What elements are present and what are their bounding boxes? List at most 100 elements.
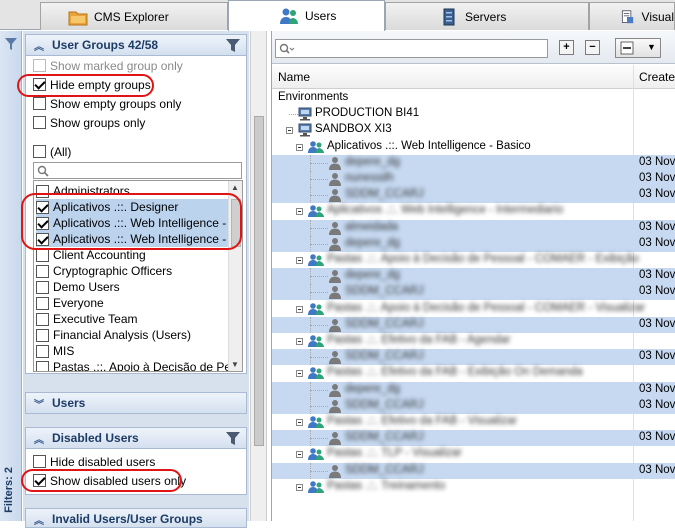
view-options-dropdown[interactable]: ▼	[615, 38, 661, 58]
disabled-users-section-header[interactable]: ︽ Disabled Users	[25, 427, 247, 449]
column-name[interactable]: Name	[278, 70, 310, 84]
collapse-chevron-icon[interactable]: ︽	[26, 431, 52, 446]
filter-panel-scrollbar[interactable]	[250, 31, 267, 521]
tree-row-user[interactable]: depere_dg 03 Nov	[272, 154, 675, 171]
tree-row-group[interactable]: Pastas .::. TLP - Visualizar	[272, 446, 675, 462]
checkbox[interactable]	[36, 216, 49, 230]
tree-row-user[interactable]: SDDM_CCARJ 03 Nov	[272, 187, 675, 204]
filters-strip[interactable]: Filters: 2	[0, 31, 22, 521]
list-item[interactable]: Aplicativos .::. Web Intelligence - B...	[36, 215, 228, 231]
option-show-empty-groups-only[interactable]: Show empty groups only	[33, 95, 181, 112]
option-hide-empty-groups[interactable]: Hide empty groups	[33, 76, 151, 93]
option-show-marked-group-only[interactable]: Show marked group only	[33, 57, 183, 74]
tree-row-group[interactable]: Aplicativos .::. Web Intelligence - Inte…	[272, 203, 675, 219]
invalid-users-section-header[interactable]: ︽ Invalid Users/User Groups	[25, 508, 247, 528]
pin-filter-icon[interactable]	[3, 36, 19, 52]
group-list-scrollbar[interactable]: ▲ ▼	[228, 181, 242, 371]
group-search-input[interactable]	[33, 162, 242, 179]
checkbox[interactable]	[33, 97, 46, 110]
collapse-node-icon[interactable]	[286, 127, 293, 135]
tab-users[interactable]: Users	[228, 0, 385, 31]
tree-row-user[interactable]: almeidada 03 Nov	[272, 219, 675, 236]
checkbox[interactable]	[33, 145, 46, 158]
expand-all-button[interactable]: +	[559, 40, 574, 55]
tree-row-group[interactable]: Pastas .::. Treinamento	[272, 479, 675, 495]
column-created[interactable]: Created	[639, 70, 675, 84]
checkbox[interactable]	[36, 360, 49, 371]
funnel-icon[interactable]	[226, 432, 240, 445]
option-all[interactable]: (All)	[33, 143, 71, 160]
tree-row-user[interactable]: depere_dg 03 Nov	[272, 268, 675, 285]
funnel-icon[interactable]	[226, 39, 240, 52]
list-item[interactable]: Administrators	[36, 183, 228, 199]
collapse-all-button[interactable]: −	[585, 40, 600, 55]
list-item[interactable]: Everyone	[36, 295, 228, 311]
tree-row-user[interactable]: SDDM_CCARJ 03 Nov	[272, 430, 675, 447]
user-groups-section-header[interactable]: ︽ User Groups 42/58	[25, 34, 247, 56]
checkbox[interactable]	[33, 455, 46, 468]
tree-row-user[interactable]: nunessilh 03 Nov	[272, 171, 675, 187]
tab-visual[interactable]: Visual	[589, 2, 675, 30]
list-item[interactable]: Aplicativos .::. Web Intelligence - I...	[36, 231, 228, 247]
checkbox[interactable]	[36, 200, 49, 214]
tree-row-user[interactable]: SDDM_CCARJ 03 Nov	[272, 349, 675, 366]
collapse-chevron-icon[interactable]: ︽	[26, 512, 52, 527]
tree-row-user[interactable]: SDDM_CCARJ 03 Nov	[272, 284, 675, 301]
list-item[interactable]: Client Accounting	[36, 247, 228, 263]
checkbox[interactable]	[33, 59, 46, 72]
list-item[interactable]: Cryptographic Officers	[36, 263, 228, 279]
collapse-node-icon[interactable]	[296, 305, 303, 313]
checkbox[interactable]	[36, 248, 49, 262]
scrollbar-thumb[interactable]	[231, 199, 241, 247]
checkbox[interactable]	[36, 280, 49, 294]
tree-row-user[interactable]: SDDM_CCARJ 03 Nov	[272, 397, 675, 414]
tree-row-group[interactable]: Pastas .::. Efetivo da FAB - Exibição On…	[272, 365, 675, 381]
checkbox[interactable]	[36, 184, 49, 198]
tree-row-group[interactable]: Pastas .::. Efetivo da FAB - Visualizar	[272, 414, 675, 430]
checkbox[interactable]	[33, 474, 46, 487]
collapse-node-icon[interactable]	[296, 143, 303, 151]
collapse-node-icon[interactable]	[296, 370, 303, 378]
tree-search-input[interactable]	[275, 39, 548, 58]
checkbox[interactable]	[36, 328, 49, 342]
checkbox[interactable]	[36, 296, 49, 310]
list-item[interactable]: Financial Analysis (Users)	[36, 327, 228, 343]
tree-row-user[interactable]: depere_dg 03 Nov	[272, 381, 675, 398]
tree-row-group[interactable]: Aplicativos .::. Web Intelligence - Basi…	[272, 139, 675, 155]
tree-row-user[interactable]: SDDM_CCARJ 03 Nov	[272, 316, 675, 333]
tree-row-root[interactable]: Environments	[272, 90, 675, 106]
tree-row-user[interactable]: depere_dg 03 Nov	[272, 235, 675, 252]
list-item[interactable]: Pastas .::. Apoio à Decisão de Pes...	[36, 359, 228, 371]
tree-row-group[interactable]: Pastas .::. Efetivo da FAB - Agendar	[272, 333, 675, 349]
list-item[interactable]: Demo Users	[36, 279, 228, 295]
users-section-header[interactable]: ︾ Users	[25, 392, 247, 414]
collapse-node-icon[interactable]	[296, 257, 303, 264]
checkbox[interactable]	[36, 264, 49, 278]
collapse-chevron-icon[interactable]: ︽	[26, 38, 52, 53]
scroll-up-icon[interactable]: ▲	[231, 183, 239, 192]
collapse-node-icon[interactable]	[296, 483, 303, 491]
option-show-groups-only[interactable]: Show groups only	[33, 114, 145, 131]
checkbox[interactable]	[33, 78, 46, 91]
tree-row-group[interactable]: Pastas .::. Apoio à Decisão de Pessoal -…	[272, 301, 675, 317]
checkbox[interactable]	[36, 344, 49, 358]
scroll-down-icon[interactable]: ▼	[231, 360, 239, 369]
tree-row-group[interactable]: Pastas .::. Apoio à Decisão de Pessoal -…	[272, 252, 675, 268]
tree-row-user[interactable]: SDDM_CCARJ 03 Nov	[272, 462, 675, 479]
tab-servers[interactable]: Servers	[385, 2, 589, 30]
collapse-node-icon[interactable]	[296, 208, 303, 216]
option-hide-disabled-users[interactable]: Hide disabled users	[33, 453, 155, 470]
expand-chevron-icon[interactable]: ︾	[26, 396, 52, 411]
collapse-node-icon[interactable]	[296, 338, 303, 345]
tree-row-environment[interactable]: SANDBOX XI3	[272, 122, 675, 138]
list-item[interactable]: Aplicativos .::. Designer	[36, 199, 228, 215]
checkbox[interactable]	[36, 312, 49, 326]
checkbox[interactable]	[33, 116, 46, 129]
collapse-node-icon[interactable]	[296, 451, 303, 459]
group-list[interactable]: Administrators Aplicativos .::. Designer…	[33, 180, 243, 372]
option-show-disabled-users-only[interactable]: Show disabled users only	[33, 472, 186, 489]
checkbox[interactable]	[36, 232, 49, 246]
tree-row-environment[interactable]: PRODUCTION BI41	[272, 106, 675, 122]
list-item[interactable]: Executive Team	[36, 311, 228, 327]
scrollbar-thumb[interactable]	[254, 116, 264, 446]
